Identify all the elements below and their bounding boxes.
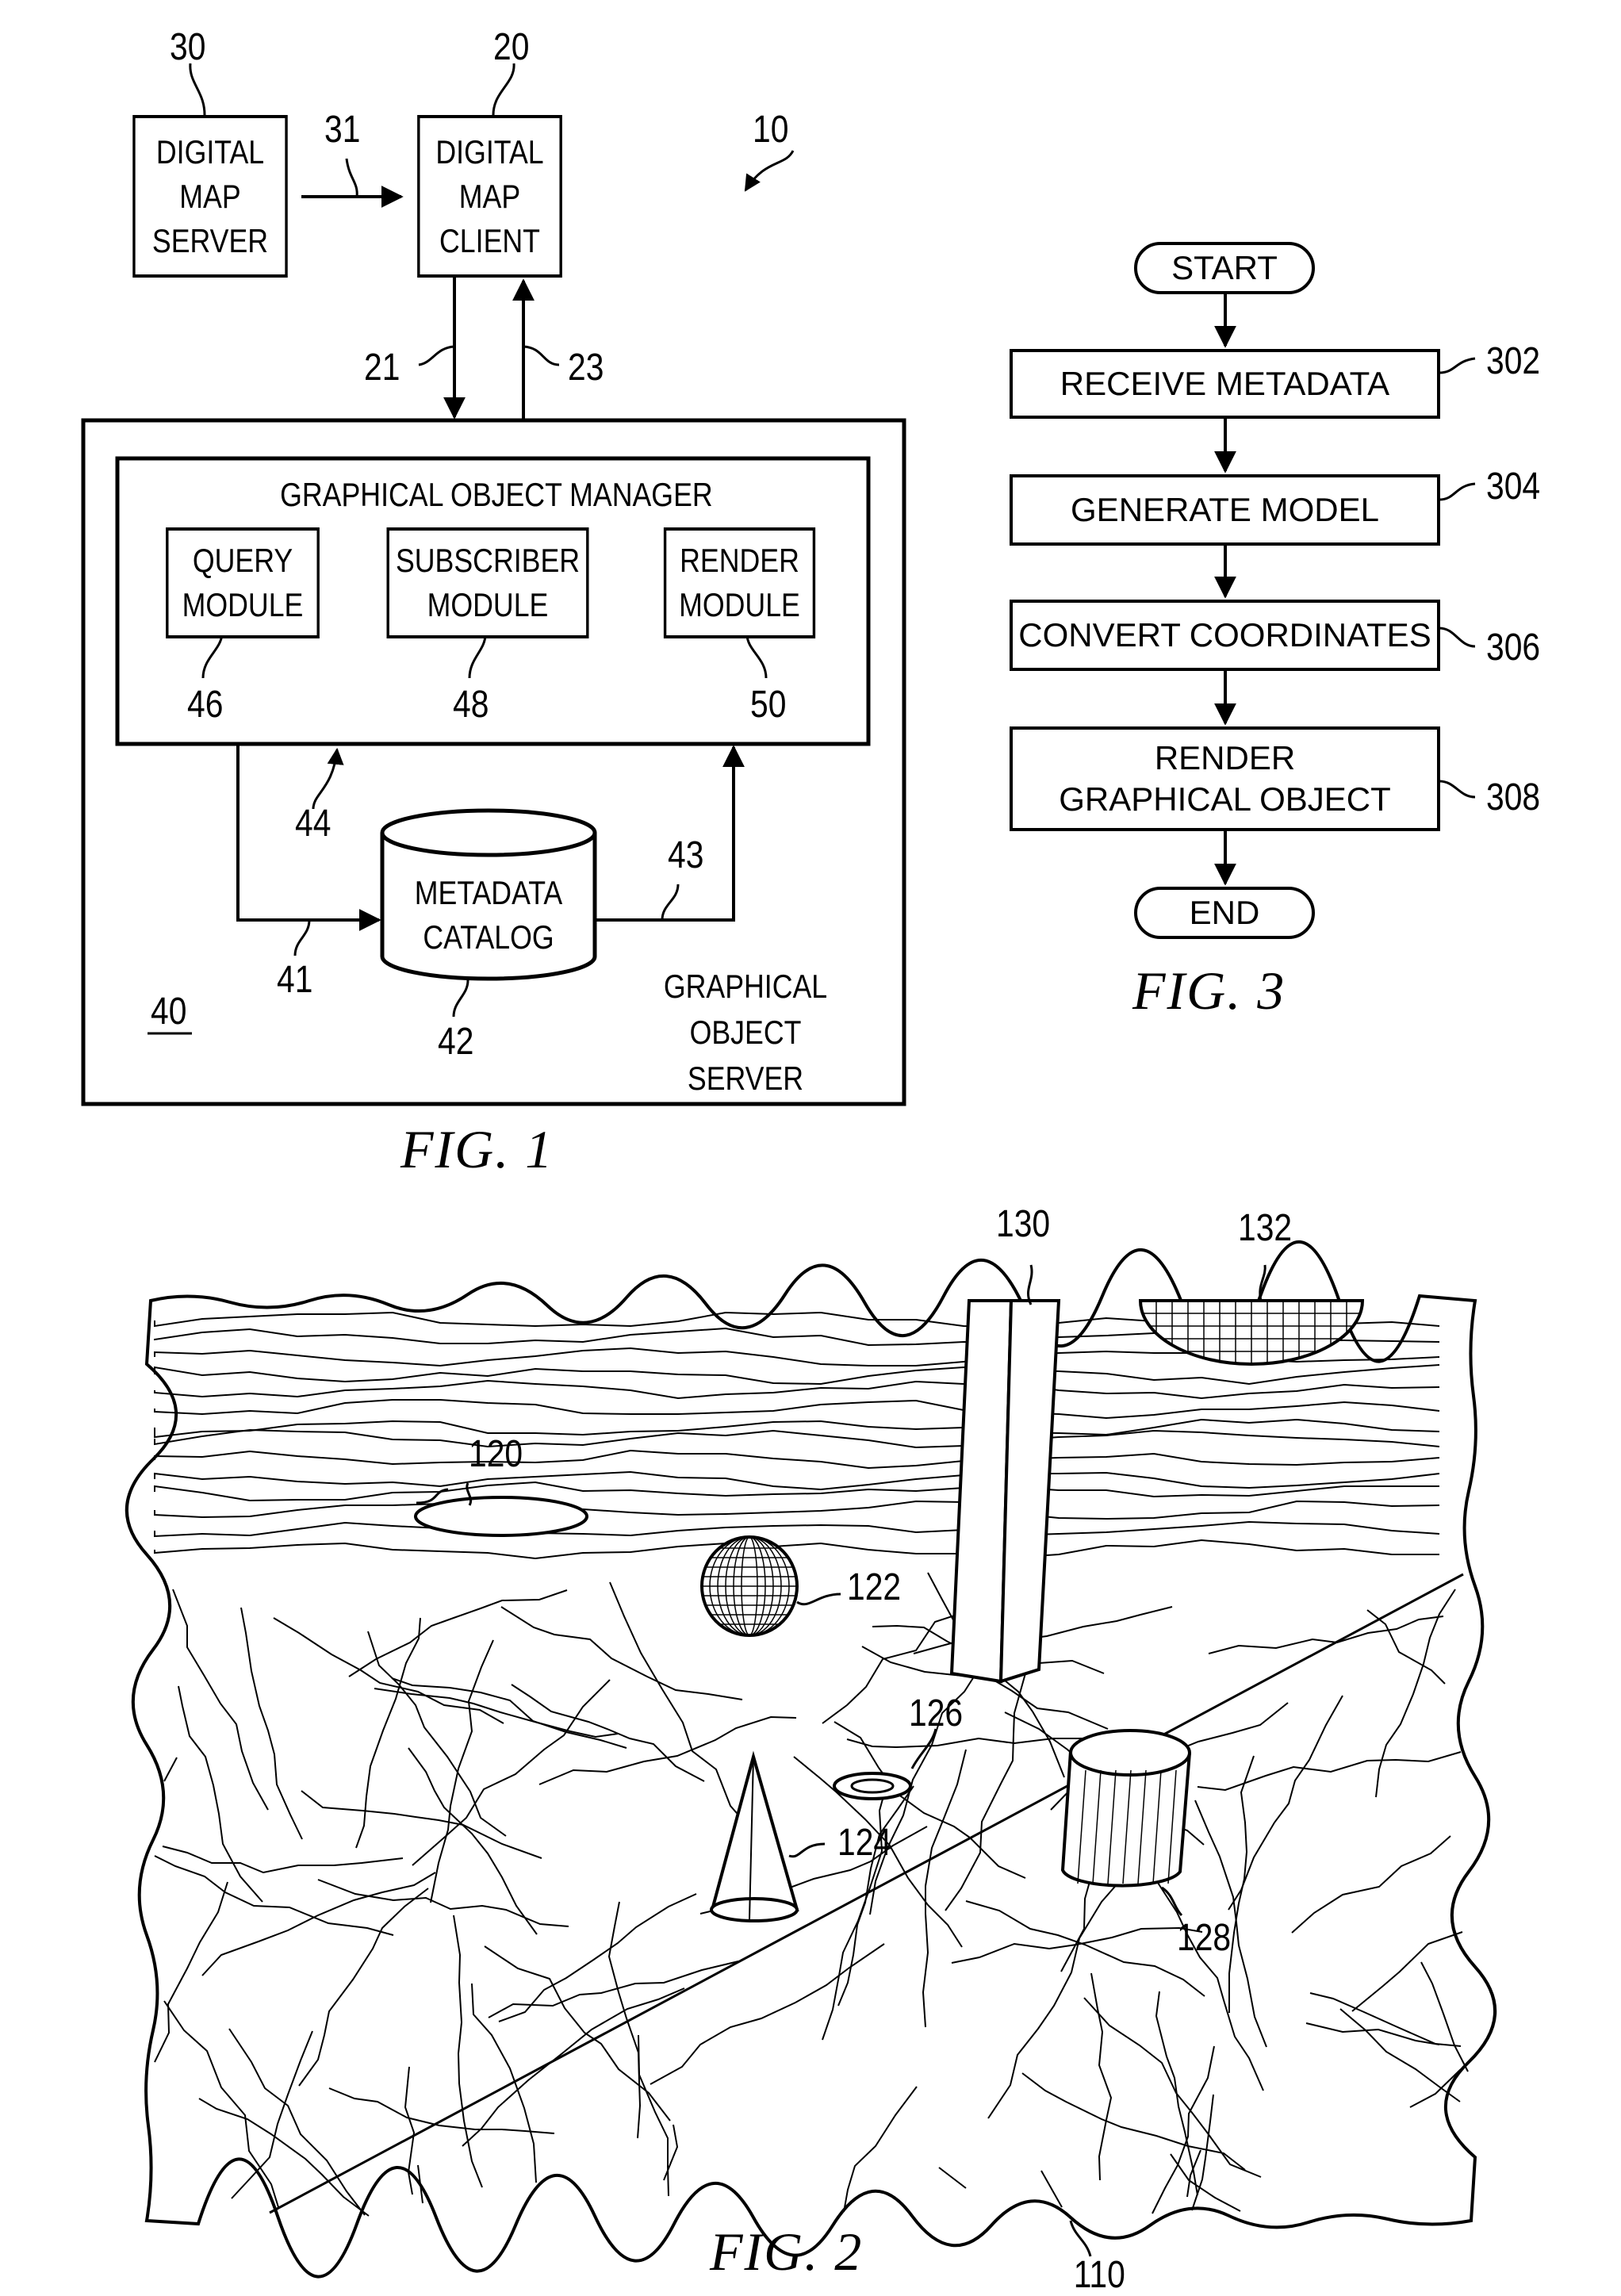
sphere-object	[700, 1535, 799, 1637]
ellipse-object	[414, 1496, 588, 1537]
leader-132	[1259, 1264, 1267, 1301]
ring-object	[833, 1772, 912, 1800]
fig2-objects	[414, 1264, 1365, 2257]
column-object	[949, 1299, 1061, 1684]
ref-122: 122	[847, 1566, 902, 1608]
ref-130: 130	[996, 1203, 1051, 1245]
hemisphere-object	[1138, 1299, 1365, 1366]
leader-128	[1161, 1886, 1183, 1917]
fig2-caption: FIG. 2	[710, 2221, 864, 2282]
ref-132: 132	[1238, 1207, 1293, 1249]
leader-126	[910, 1728, 937, 1769]
cylinder-object	[1060, 1729, 1191, 1888]
ref-126: 126	[909, 1692, 964, 1734]
leader-110	[1069, 2220, 1092, 2257]
leader-124	[788, 1842, 826, 1858]
ref-110: 110	[1073, 2254, 1125, 2296]
leader-122	[796, 1593, 841, 1606]
cone-object	[710, 1750, 799, 1922]
leader-130	[1026, 1264, 1033, 1305]
ref-128: 128	[1177, 1917, 1232, 1959]
ref-124: 124	[837, 1822, 892, 1864]
ref-120: 120	[469, 1433, 523, 1475]
